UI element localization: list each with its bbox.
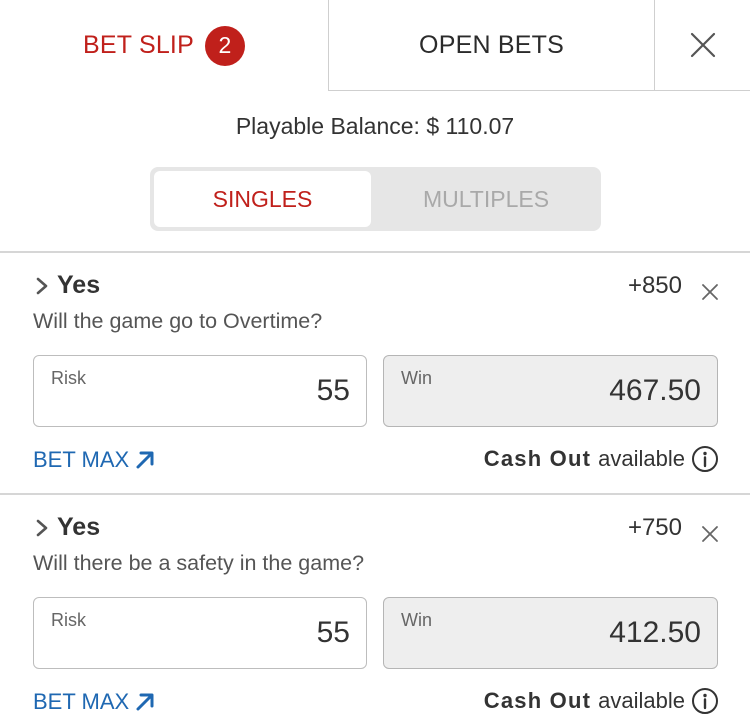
- bet-selection[interactable]: Yes: [32, 271, 100, 300]
- multiples-button[interactable]: MULTIPLES: [375, 171, 597, 227]
- bet-selection[interactable]: Yes: [32, 513, 100, 542]
- divider: [0, 251, 750, 253]
- remove-bet-icon[interactable]: [701, 525, 719, 543]
- cash-out-status: Cash Out available: [484, 687, 719, 715]
- info-icon[interactable]: [691, 687, 719, 715]
- cash-out-status: Cash Out available: [484, 445, 719, 473]
- risk-value: 55: [316, 374, 350, 407]
- bet-odds: +850: [627, 272, 682, 299]
- bet-slip-tabs: BET SLIP 2 OPEN BETS: [0, 0, 750, 91]
- risk-label: Risk: [51, 610, 86, 630]
- bet-max-label: BET MAX: [33, 447, 130, 472]
- bet-count-badge: 2: [204, 25, 245, 66]
- bet-odds: +750: [627, 514, 682, 541]
- cash-out-available: available: [598, 688, 685, 713]
- bet-question: Will the game go to Overtime?: [33, 309, 323, 333]
- chevron-right-icon: [36, 519, 48, 536]
- bet-max-label: BET MAX: [33, 689, 130, 714]
- chevron-right-icon: [36, 277, 48, 294]
- arrow-up-right-icon: [136, 451, 154, 469]
- win-label: Win: [401, 610, 432, 630]
- risk-input[interactable]: Risk 55: [33, 597, 367, 669]
- tab-open-bets-label: OPEN BETS: [419, 30, 564, 59]
- cash-out-available: available: [598, 446, 685, 471]
- win-value: 467.50: [609, 374, 701, 407]
- cash-out-label: Cash Out: [483, 688, 592, 713]
- close-button[interactable]: [654, 0, 750, 91]
- risk-label: Risk: [51, 368, 86, 388]
- bet-selection-label: Yes: [57, 513, 101, 541]
- bet-card: Yes +750 Will there be a safety in the g…: [0, 496, 750, 723]
- divider: [0, 493, 750, 495]
- bet-mode-toggle: SINGLES MULTIPLES: [150, 167, 601, 231]
- bet-max-link[interactable]: BET MAX: [33, 447, 155, 473]
- risk-value: 55: [316, 616, 350, 649]
- tab-bet-slip[interactable]: BET SLIP 2: [0, 0, 328, 91]
- win-field: Win 412.50: [383, 597, 718, 669]
- singles-button[interactable]: SINGLES: [154, 171, 371, 227]
- risk-input[interactable]: Risk 55: [33, 355, 367, 427]
- info-icon[interactable]: [691, 445, 719, 473]
- bet-question: Will there be a safety in the game?: [33, 551, 365, 575]
- bet-selection-label: Yes: [57, 271, 101, 299]
- bet-card: Yes +850 Will the game go to Overtime? R…: [0, 254, 750, 492]
- cash-out-label: Cash Out: [483, 446, 592, 471]
- playable-balance: Playable Balance: $ 110.07: [235, 113, 515, 139]
- bet-max-link[interactable]: BET MAX: [33, 689, 155, 715]
- tab-open-bets[interactable]: OPEN BETS: [328, 0, 654, 91]
- arrow-up-right-icon: [136, 693, 154, 711]
- tab-bet-slip-label: BET SLIP: [83, 31, 194, 59]
- win-value: 412.50: [609, 616, 701, 649]
- win-label: Win: [401, 368, 432, 388]
- remove-bet-icon[interactable]: [701, 283, 719, 301]
- close-icon: [690, 32, 715, 58]
- win-field: Win 467.50: [383, 355, 718, 427]
